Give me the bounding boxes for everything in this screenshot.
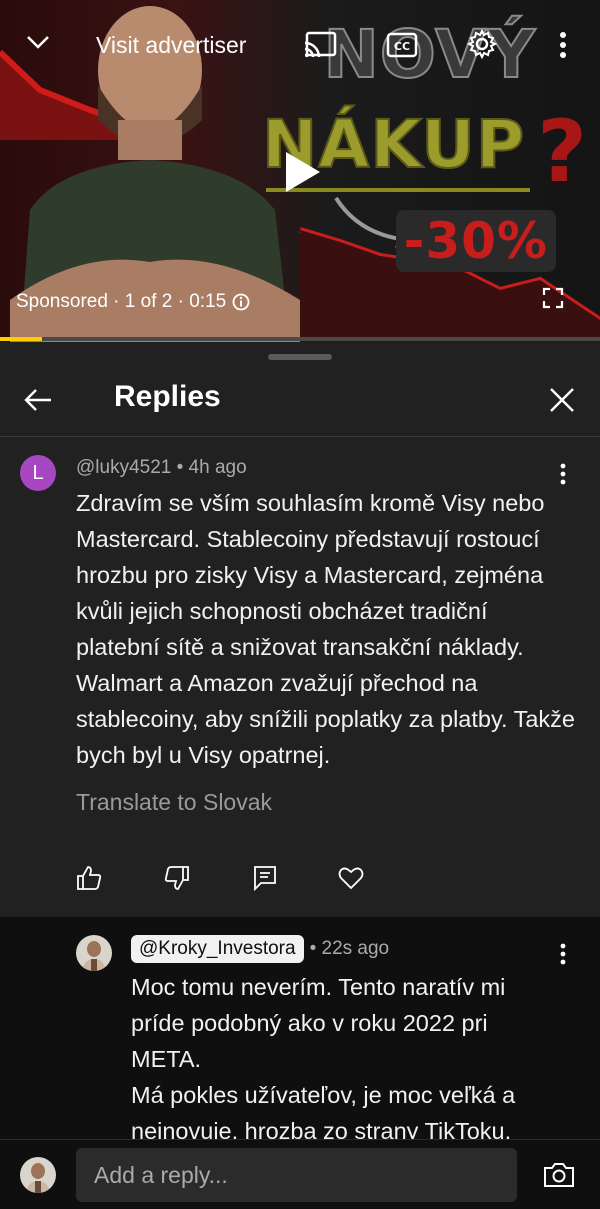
closed-captions-icon[interactable]: CC — [382, 28, 422, 62]
comment-actions — [76, 865, 426, 891]
chevron-down-icon[interactable] — [20, 28, 56, 56]
heart-icon[interactable] — [338, 865, 364, 891]
parent-comment: L @luky4521 • 4h ago Zdravím se vším sou… — [0, 437, 600, 917]
back-arrow-icon[interactable] — [20, 384, 56, 416]
visit-advertiser-link[interactable]: Visit advertiser — [96, 32, 246, 59]
panel-title: Replies — [114, 380, 221, 413]
reply-comment: @Kroky_Investora • 22s ago Moc tomu neve… — [0, 917, 600, 1139]
video-player[interactable]: NOVÝ NÁKUP ? -30% Visit advertiser CC Sp… — [0, 0, 600, 342]
thumbnail-percent: -30% — [395, 210, 556, 272]
like-icon[interactable] — [76, 865, 102, 891]
comment-meta[interactable]: @luky4521 • 4h ago — [76, 457, 247, 479]
avatar — [20, 1157, 56, 1193]
ad-status: Sponsored · 1 of 2 · 0:15 — [16, 291, 250, 313]
dislike-icon[interactable] — [164, 865, 190, 891]
replies-panel: Replies L @luky4521 • 4h ago Zdravím se … — [0, 342, 600, 1209]
panel-header: Replies — [0, 370, 600, 436]
fullscreen-icon[interactable] — [540, 286, 566, 310]
settings-gear-icon[interactable] — [462, 26, 502, 62]
cast-icon[interactable] — [300, 28, 340, 62]
info-icon[interactable] — [232, 293, 250, 311]
ad-progress-fill — [0, 337, 42, 341]
thumbnail-question-mark: ? — [537, 102, 588, 202]
reply-text-paragraph: Má pokles užívateľov, je moc veľká a nei… — [131, 1082, 516, 1139]
close-icon[interactable] — [546, 384, 578, 416]
reply-icon[interactable] — [252, 865, 278, 891]
thumbnail-headline-1: NOVÝ — [323, 15, 536, 94]
reply-input[interactable] — [76, 1148, 517, 1202]
svg-text:CC: CC — [394, 40, 410, 53]
reply-author-chip[interactable]: @Kroky_Investora — [131, 935, 304, 963]
avatar[interactable]: L — [20, 455, 56, 491]
avatar[interactable] — [76, 935, 112, 971]
drag-handle[interactable] — [268, 354, 332, 360]
reply-text-paragraph: Moc tomu neverím. Tento naratív mi príde… — [131, 974, 506, 1072]
camera-icon[interactable] — [540, 1158, 578, 1192]
reply-composer — [0, 1139, 600, 1209]
reply-meta: @Kroky_Investora • 22s ago — [131, 935, 389, 963]
reply-time: • 22s ago — [309, 938, 390, 959]
ad-progress-bar[interactable] — [0, 337, 600, 341]
play-icon[interactable] — [282, 150, 322, 199]
reply-text: Moc tomu neverím. Tento naratív mi príde… — [131, 969, 561, 1139]
reply-more-icon[interactable] — [548, 939, 578, 969]
translate-button[interactable]: Translate to Slovak — [76, 789, 272, 816]
more-vert-icon[interactable] — [548, 28, 578, 62]
comment-text: Zdravím se vším souhlasím kromě Visy neb… — [76, 490, 575, 768]
sponsored-label: Sponsored · 1 of 2 · 0:15 — [16, 291, 227, 312]
